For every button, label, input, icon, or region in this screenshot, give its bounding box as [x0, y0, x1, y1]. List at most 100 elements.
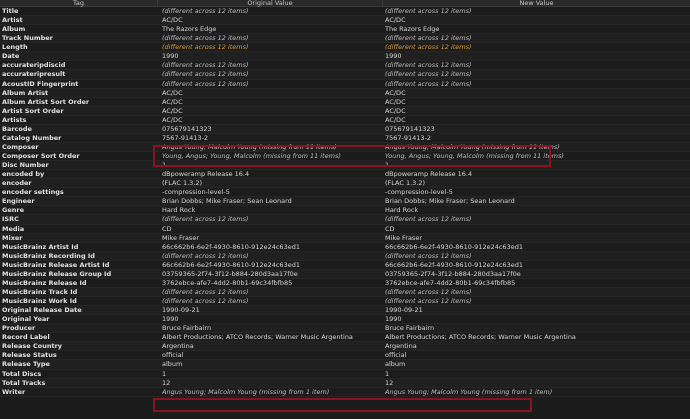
- table-row[interactable]: Original Year 1990 1990: [0, 315, 690, 325]
- tag-name-cell: Original Release Date: [2, 306, 82, 315]
- new-value-cell[interactable]: 3762ebce-afe7-4dd2-80b1-69c34fbfb85: [385, 279, 685, 287]
- table-row[interactable]: Total Tracks 12 12: [0, 378, 690, 388]
- tag-name-cell: Length: [2, 43, 28, 52]
- new-value-cell[interactable]: 66c662b6-6e2f-4930-8610-912e24c63ed1: [385, 243, 685, 251]
- new-value-cell[interactable]: AC/DC: [385, 89, 685, 97]
- table-row[interactable]: AcoustID Fingerprint (different across 12…: [0, 80, 690, 89]
- new-value-cell[interactable]: AC/DC: [385, 16, 685, 24]
- table-row[interactable]: Album Artist Sort Order AC/DC AC/DC: [0, 98, 690, 107]
- original-value-cell: 12: [162, 378, 171, 387]
- table-row[interactable]: Title (different across 12 items) (differe…: [0, 7, 690, 17]
- table-row[interactable]: MusicBrainz Release Group Id 03759365-2f7…: [0, 269, 690, 279]
- new-value-cell[interactable]: (different across 12 items): [385, 70, 685, 78]
- new-value-cell[interactable]: (different across 12 items): [385, 34, 685, 42]
- tag-name-cell: Catalog Number: [2, 133, 62, 142]
- table-row[interactable]: Mixer Mike Fraser Mike Fraser: [0, 233, 690, 243]
- column-header-tag[interactable]: Tag: [0, 0, 158, 7]
- new-value-cell[interactable]: (different across 12 items): [385, 215, 685, 223]
- table-row[interactable]: MusicBrainz Work Id (different across 12 …: [0, 297, 690, 307]
- new-value-cell[interactable]: (different across 12 items): [385, 61, 685, 69]
- new-value-cell[interactable]: 12: [385, 379, 685, 387]
- new-value-cell[interactable]: Angus Young; Malcolm Young (missing from…: [385, 388, 685, 396]
- new-value-cell[interactable]: AC/DC: [385, 107, 685, 115]
- tag-name-cell: ISRC: [2, 215, 19, 224]
- new-value-cell[interactable]: Young, Angus; Young, Malcolm (missing fr…: [385, 152, 685, 160]
- table-row[interactable]: Disc Number 1 1: [0, 161, 690, 171]
- original-value-cell: CD: [162, 224, 172, 233]
- table-row[interactable]: Track Number (different across 12 items) (…: [0, 34, 690, 44]
- new-value-cell[interactable]: Angus Young; Malcolm Young (missing from…: [385, 143, 685, 151]
- column-header-original-value[interactable]: Original Value: [158, 0, 383, 7]
- new-value-cell[interactable]: (different across 12 items): [385, 80, 685, 88]
- table-row[interactable]: encoder settings -compression-level-5 -com…: [0, 188, 690, 198]
- new-value-cell[interactable]: official: [385, 351, 685, 359]
- table-row[interactable]: Album Artist AC/DC AC/DC: [0, 88, 690, 98]
- table-row[interactable]: Artist AC/DC AC/DC: [0, 16, 690, 26]
- original-value-cell: -compression-level-5: [162, 188, 230, 197]
- new-value-cell[interactable]: 1990-09-21: [385, 306, 685, 314]
- new-value-cell[interactable]: 7567-91413-2: [385, 134, 685, 142]
- column-header-new-value[interactable]: New Value: [383, 0, 690, 7]
- tag-name-cell: MusicBrainz Release Id: [2, 278, 87, 287]
- new-value-cell[interactable]: Hard Rock: [385, 206, 685, 214]
- table-row[interactable]: MusicBrainz Release Id 3762ebce-afe7-4dd2…: [0, 279, 690, 288]
- new-value-cell[interactable]: (different across 12 items): [385, 288, 685, 296]
- new-value-cell[interactable]: (FLAC 1.3.2): [385, 179, 685, 187]
- table-row[interactable]: Genre Hard Rock Hard Rock: [0, 206, 690, 216]
- new-value-cell[interactable]: 1990: [385, 52, 685, 60]
- new-value-cell[interactable]: album: [385, 360, 685, 368]
- new-value-cell[interactable]: dBpoweramp Release 16.4: [385, 170, 685, 178]
- table-row[interactable]: MusicBrainz Artist Id 66c662b6-6e2f-4930-…: [0, 243, 690, 252]
- new-value-cell[interactable]: 03759365-2f74-3f12-b884-280d3aa17f0e: [385, 270, 685, 278]
- table-row[interactable]: Total Discs 1 1: [0, 370, 690, 379]
- new-value-cell[interactable]: Brian Dobbs; Mike Fraser; Sean Leonard: [385, 197, 685, 205]
- new-value-cell[interactable]: -compression-level-5: [385, 188, 685, 196]
- table-row[interactable]: Barcode 075679141323 075679141323: [0, 124, 690, 134]
- original-value-cell: official: [162, 351, 184, 360]
- table-row[interactable]: Artists AC/DC AC/DC: [0, 116, 690, 125]
- table-row[interactable]: Release Country Argentina Argentina: [0, 342, 690, 352]
- new-value-cell[interactable]: AC/DC: [385, 116, 685, 124]
- tag-name-cell: Disc Number: [2, 161, 49, 170]
- table-row[interactable]: Composer Angus Young; Malcolm Young (miss…: [0, 142, 690, 152]
- table-row[interactable]: MusicBrainz Recording Id (different acros…: [0, 251, 690, 261]
- new-value-cell[interactable]: (different across 12 items): [385, 43, 685, 51]
- table-row[interactable]: Producer Bruce Fairbairn Bruce Fairbairn: [0, 324, 690, 334]
- new-value-cell[interactable]: Mike Fraser: [385, 234, 685, 242]
- new-value-cell[interactable]: 075679141323: [385, 125, 685, 133]
- table-row[interactable]: Writer Angus Young; Malcolm Young (missin…: [0, 388, 690, 397]
- table-row[interactable]: Original Release Date 1990-09-21 1990-09-2…: [0, 306, 690, 316]
- table-row[interactable]: Engineer Brian Dobbs; Mike Fraser; Sean L…: [0, 197, 690, 207]
- new-value-cell[interactable]: 66c662b6-6e2f-4930-8610-912e24c63ed1: [385, 261, 685, 269]
- table-row[interactable]: Date 1990 1990: [0, 52, 690, 62]
- table-row[interactable]: Release Type album album: [0, 360, 690, 370]
- new-value-cell[interactable]: (different across 12 items): [385, 252, 685, 260]
- table-row[interactable]: Catalog Number 7567-91413-2 7567-91413-2: [0, 134, 690, 143]
- table-row[interactable]: Artist Sort Order AC/DC AC/DC: [0, 106, 690, 116]
- new-value-cell[interactable]: 1: [385, 161, 685, 169]
- new-value-cell[interactable]: Albert Productions; ATCO Records; Warner…: [385, 333, 685, 341]
- table-row[interactable]: Record Label Albert Productions; ATCO Rec…: [0, 333, 690, 343]
- table-row[interactable]: Release Status official official: [0, 351, 690, 361]
- new-value-cell[interactable]: AC/DC: [385, 98, 685, 106]
- new-value-cell[interactable]: (different across 12 items): [385, 297, 685, 305]
- table-row[interactable]: encoder (FLAC 1.3.2) (FLAC 1.3.2): [0, 179, 690, 189]
- table-row[interactable]: encoded by dBpoweramp Release 16.4 dBpower…: [0, 170, 690, 180]
- table-row[interactable]: accurateripresult (different across 12 it…: [0, 70, 690, 80]
- table-row[interactable]: accurateripdiscid (different across 12 it…: [0, 61, 690, 71]
- tag-name-cell: Album Artist: [2, 88, 49, 97]
- table-row[interactable]: Album The Razors Edge The Razors Edge: [0, 25, 690, 35]
- new-value-cell[interactable]: (different across 12 items): [385, 7, 685, 15]
- table-row[interactable]: Length (different across 12 items) (differ…: [0, 43, 690, 53]
- table-row[interactable]: ISRC (different across 12 items) (differen…: [0, 215, 690, 225]
- new-value-cell[interactable]: Bruce Fairbairn: [385, 324, 685, 332]
- table-row[interactable]: MusicBrainz Release Artist Id 66c662b6-6e…: [0, 261, 690, 270]
- table-row[interactable]: Media CD CD: [0, 225, 690, 234]
- new-value-cell[interactable]: CD: [385, 225, 685, 233]
- table-row[interactable]: MusicBrainz Track Id (different across 12…: [0, 287, 690, 297]
- new-value-cell[interactable]: Argentina: [385, 342, 685, 350]
- new-value-cell[interactable]: 1990: [385, 315, 685, 323]
- table-row[interactable]: Composer Sort Order Young, Angus; Young, …: [0, 152, 690, 162]
- new-value-cell[interactable]: 1: [385, 370, 685, 378]
- new-value-cell[interactable]: The Razors Edge: [385, 25, 685, 33]
